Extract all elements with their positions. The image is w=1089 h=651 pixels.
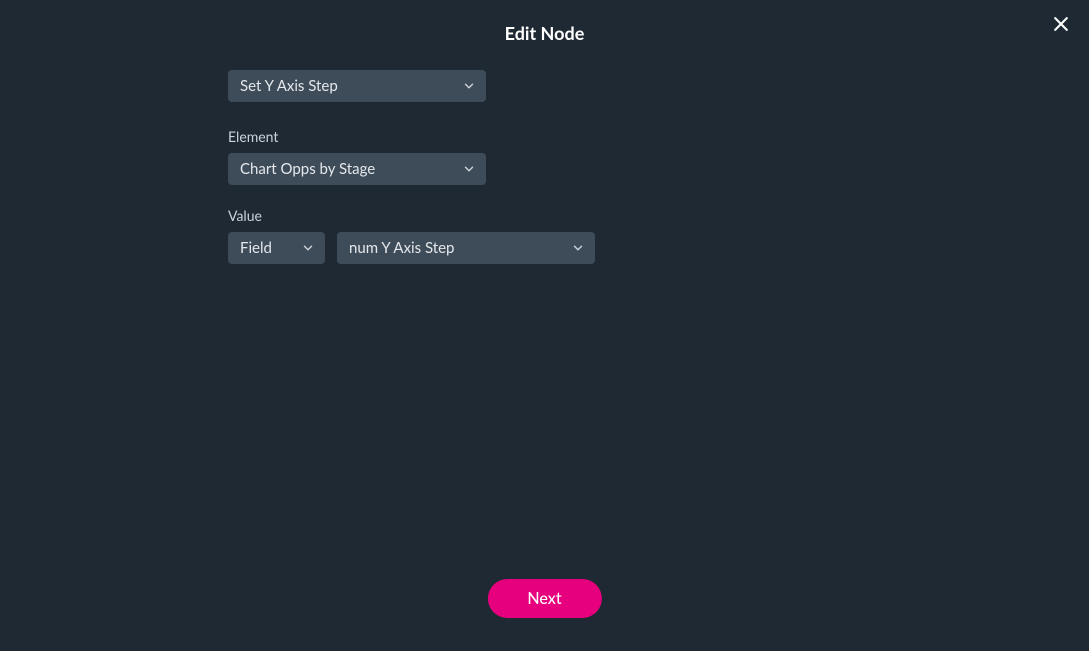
action-dropdown-value: Set Y Axis Step <box>240 77 338 95</box>
element-dropdown-value: Chart Opps by Stage <box>240 160 375 178</box>
value-label: Value <box>228 207 868 224</box>
modal-title: Edit Node <box>0 0 1089 44</box>
close-button[interactable] <box>1047 12 1075 40</box>
element-dropdown[interactable]: Chart Opps by Stage <box>228 153 486 185</box>
chevron-down-icon <box>462 162 476 176</box>
close-icon <box>1051 14 1071 38</box>
form-content: Set Y Axis Step Element Chart Opps by St… <box>228 70 868 264</box>
chevron-down-icon <box>571 241 585 255</box>
chevron-down-icon <box>462 79 476 93</box>
value-type-dropdown-value: Field <box>240 239 272 257</box>
action-dropdown[interactable]: Set Y Axis Step <box>228 70 486 102</box>
next-button[interactable]: Next <box>487 579 601 618</box>
value-type-dropdown[interactable]: Field <box>228 232 325 264</box>
value-field-dropdown[interactable]: num Y Axis Step <box>337 232 595 264</box>
chevron-down-icon <box>301 241 315 255</box>
element-label: Element <box>228 128 868 145</box>
value-field-dropdown-value: num Y Axis Step <box>349 239 454 257</box>
